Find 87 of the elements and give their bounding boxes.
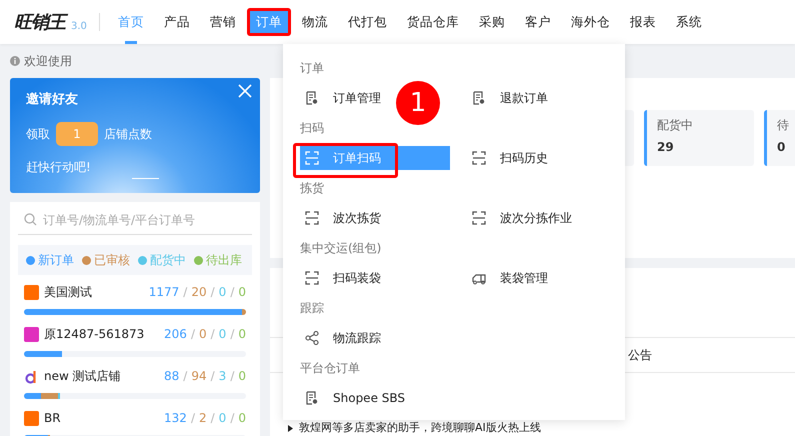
close-icon[interactable]	[238, 84, 252, 98]
separator: /	[183, 284, 188, 301]
order-count: 0	[238, 368, 246, 385]
separator: /	[230, 326, 234, 343]
nav-tab[interactable]: 报表	[620, 0, 666, 44]
nav-tab[interactable]: 营销	[200, 0, 246, 44]
banner-text: 店铺点数	[104, 126, 152, 142]
legend-label: 待出库	[206, 252, 242, 269]
order-count: 206	[164, 326, 187, 343]
shop-name[interactable]: BR	[44, 409, 160, 427]
menu-section-title: 跟踪	[300, 300, 325, 317]
welcome-text: 欢迎使用	[24, 53, 72, 70]
banner-text: 赶快行动吧!	[26, 158, 92, 176]
scan-icon	[472, 151, 486, 165]
order-count: 0	[238, 326, 246, 343]
order-count: 3	[218, 368, 226, 385]
separator: /	[210, 368, 215, 385]
bullet-icon	[288, 424, 293, 432]
document-icon	[472, 91, 486, 105]
nav-tab[interactable]: 客户	[514, 0, 561, 44]
order-count: 0	[218, 326, 226, 343]
order-count: 132	[164, 410, 187, 427]
separator: /	[190, 326, 195, 343]
search-icon	[24, 213, 37, 226]
menu-item[interactable]: 扫码历史	[467, 146, 617, 170]
separator: /	[210, 326, 215, 343]
nav-tab[interactable]: 代打包	[338, 0, 397, 44]
news-link[interactable]: 敦煌网等多店卖家的助手，跨境聊聊AI版火热上线	[299, 421, 541, 435]
shop-name[interactable]: 原12487-561873	[44, 325, 160, 343]
separator: /	[230, 410, 234, 427]
legend-label: 已审核	[94, 252, 130, 269]
order-count: 0	[218, 410, 226, 427]
menu-item[interactable]: 退款订单	[467, 86, 617, 110]
nav-tab[interactable]: 物流	[292, 0, 338, 44]
stat-label: 配货中	[657, 117, 694, 134]
order-count: 0	[238, 410, 246, 427]
menu-item[interactable]: Shopee SBS	[300, 386, 450, 410]
separator: /	[190, 410, 195, 427]
share-icon	[305, 331, 319, 345]
nav-tab[interactable]: 海外仓	[560, 0, 620, 44]
menu-section-title: 集中交运(组包)	[300, 240, 382, 257]
menu-item[interactable]: 波次分拣作业	[467, 206, 617, 230]
menu-section-title: 拣货	[300, 180, 325, 197]
stat-label: 待	[777, 117, 790, 134]
invite-banner[interactable]: 邀请好友 领取 1 店铺点数 赶快行动吧!	[10, 78, 260, 193]
menu-section-title: 订单	[300, 60, 325, 77]
order-count: 20	[191, 284, 207, 301]
nav-tab[interactable]: 产品	[154, 0, 200, 44]
legend-label: 新订单	[38, 252, 74, 269]
notice-title[interactable]: 公告	[628, 346, 652, 364]
shop-name[interactable]: 美国测试	[44, 283, 144, 301]
banner-title: 邀请好友	[26, 91, 79, 109]
document-icon	[305, 91, 319, 105]
order-count: 94	[191, 368, 207, 385]
nav-tab[interactable]: 系统	[666, 0, 712, 44]
version-text: 3.0	[71, 20, 87, 34]
order-count: 0	[198, 326, 207, 343]
nav-tab[interactable]: 货品仓库	[396, 0, 469, 44]
legend-label: 配货中	[150, 252, 186, 269]
separator: /	[210, 410, 215, 427]
menu-section-title: 平台仓订单	[300, 360, 361, 377]
banner-text: 领取	[26, 126, 50, 142]
menu-item[interactable]: 扫码装袋	[300, 266, 450, 290]
separator: /	[210, 284, 215, 301]
document-icon	[305, 391, 319, 405]
menu-item[interactable]: 装袋管理	[467, 266, 617, 290]
scan-icon	[305, 211, 319, 225]
menu-item[interactable]: 物流跟踪	[300, 326, 450, 350]
shop-name[interactable]: new 测试店铺	[44, 367, 160, 385]
scan-icon	[305, 151, 319, 165]
order-count: 0	[218, 284, 226, 301]
separator: /	[183, 368, 188, 385]
stat-value: 29	[657, 139, 675, 156]
menu-item[interactable]: 波次拣货	[300, 206, 450, 230]
separator: /	[230, 284, 234, 301]
separator: /	[230, 368, 234, 385]
nav-tab[interactable]: 采购	[468, 0, 515, 44]
scan-icon	[305, 271, 319, 285]
order-count: 1177	[148, 284, 180, 301]
info-icon	[10, 56, 20, 66]
scan-icon	[472, 211, 486, 225]
order-count: 88	[164, 368, 180, 385]
menu-section-title: 扫码	[300, 120, 325, 137]
order-count: 2	[198, 410, 207, 427]
stat-value: 0	[777, 139, 786, 156]
points-badge: 1	[56, 122, 98, 146]
order-count: 0	[238, 284, 246, 301]
